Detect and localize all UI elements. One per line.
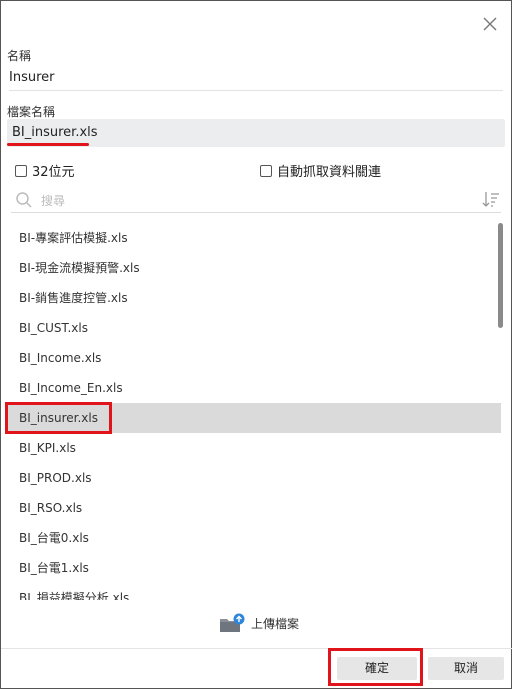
upload-folder-icon	[220, 613, 245, 632]
file-list-item[interactable]: BI_Income.xls	[7, 343, 501, 373]
file-list-item[interactable]: BI-銷售進度控管.xls	[7, 283, 501, 313]
search-bar[interactable]: 搜尋	[11, 187, 501, 213]
file-name-highlight-underline	[7, 143, 89, 146]
open-file-dialog: 名稱 Insurer 檔案名稱 BI_insurer.xls 32位元 自動抓取…	[0, 0, 512, 689]
sort-icon[interactable]	[481, 189, 501, 209]
file-list-item[interactable]: BI-現金流模擬預警.xls	[7, 253, 501, 283]
file-list-item[interactable]: BI_損益模擬分析.xls	[7, 583, 501, 600]
file-name-label: 檔案名稱	[7, 105, 56, 119]
cancel-button[interactable]: 取消	[428, 657, 504, 680]
close-icon[interactable]	[483, 17, 497, 31]
checkbox-32bit-box[interactable]	[15, 164, 27, 177]
file-list-item[interactable]: BI_台電0.xls	[7, 523, 501, 553]
file-list-item[interactable]: BI_CUST.xls	[7, 313, 501, 343]
file-list-scrollbar[interactable]	[498, 223, 503, 328]
file-list-item[interactable]: BI_Income_En.xls	[7, 373, 501, 403]
file-list-item[interactable]: BI_RSO.xls	[7, 493, 501, 523]
search-icon	[16, 192, 32, 208]
checkbox-autofetch-box[interactable]	[260, 164, 272, 177]
name-field[interactable]: Insurer	[9, 69, 503, 91]
checkbox-autofetch-label: 自動抓取資料關連	[277, 165, 382, 180]
upload-label: 上傳檔案	[251, 616, 300, 631]
file-list-item[interactable]: BI-專案評估模擬.xls	[7, 223, 501, 253]
checkbox-32bit[interactable]: 32位元	[15, 161, 75, 180]
close-button[interactable]	[479, 13, 501, 35]
file-list: BI-專案評估模擬.xls BI-現金流模擬預警.xls BI-銷售進度控管.xls…	[7, 223, 501, 600]
checkbox-autofetch[interactable]: 自動抓取資料關連	[260, 161, 381, 180]
name-label: 名稱	[7, 49, 32, 63]
file-list-item[interactable]: BI_PROD.xls	[7, 463, 501, 493]
upload-button[interactable]: 上傳檔案	[219, 613, 299, 633]
search-input[interactable]: 搜尋	[41, 192, 65, 209]
file-list-item[interactable]: BI_台電1.xls	[7, 553, 501, 583]
file-list-item[interactable]: BI_insurer.xls	[7, 403, 501, 433]
ok-button[interactable]: 確定	[337, 657, 417, 680]
checkbox-32bit-label: 32位元	[32, 165, 75, 180]
footer-divider	[1, 648, 512, 649]
file-list-item[interactable]: BI_KPI.xls	[7, 433, 501, 463]
